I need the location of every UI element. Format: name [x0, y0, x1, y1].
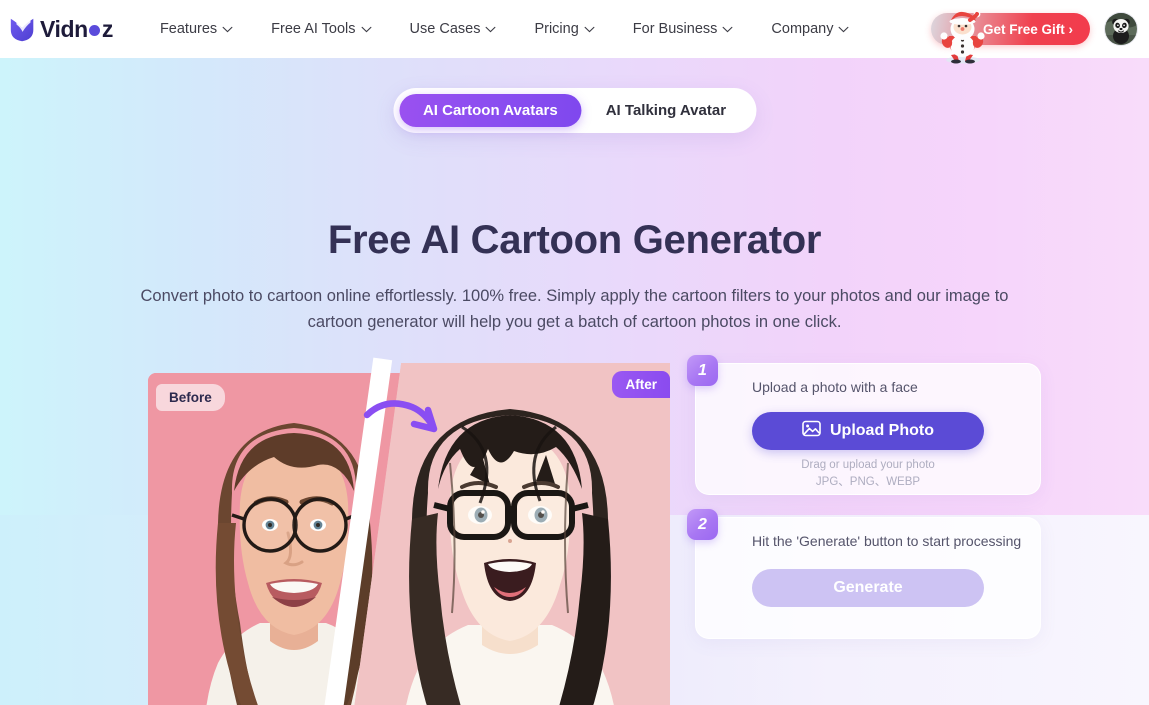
chevron-down-icon [722, 26, 733, 33]
upload-photo-button[interactable]: Upload Photo [752, 412, 984, 451]
generate-button[interactable]: Generate [752, 569, 984, 608]
upload-hint: Drag or upload your photo JPG、PNG、WEBP [696, 457, 1040, 490]
step-1-card: 1 Upload a photo with a face Upload Phot… [687, 355, 1041, 495]
image-upload-icon [802, 420, 821, 442]
logo-text-part2: z [101, 15, 114, 42]
page-subtitle: Convert photo to cartoon online effortle… [140, 287, 1009, 331]
tab-ai-cartoon-avatars[interactable]: AI Cartoon Avatars [398, 94, 582, 127]
tab-ai-talking-avatar[interactable]: AI Talking Avatar [582, 94, 750, 127]
step-2-card: 2 Hit the 'Generate' button to start pro… [687, 509, 1041, 639]
nav-label: Company [771, 21, 834, 37]
header-actions: Get Free Gift › [930, 10, 1149, 64]
nav-label: Free AI Tools [271, 21, 356, 37]
nav-item-features[interactable]: Features [141, 0, 252, 58]
chevron-down-icon [485, 26, 496, 33]
nav-item-free-ai-tools[interactable]: Free AI Tools [252, 0, 390, 58]
chevron-down-icon [838, 26, 849, 33]
site-header: Vidn z Features Free AI Tools Use Cases P… [0, 0, 1149, 64]
user-avatar[interactable] [1104, 12, 1138, 46]
nav-label: For Business [632, 21, 718, 37]
before-after-comparison: Before After [148, 357, 670, 705]
step-2-text: Hit the 'Generate' button to start proce… [752, 533, 1022, 549]
vidnoz-logo[interactable]: Vidn z [8, 14, 113, 44]
nav-label: Pricing [534, 21, 579, 37]
panda-avatar-icon [1105, 13, 1137, 45]
logo-text-part1: Vidn [40, 15, 88, 42]
hero-section: AI Cartoon Avatars AI Talking Avatar Fre… [0, 58, 1149, 705]
logo-wordmark: Vidn z [40, 16, 113, 43]
logo-dot-o-icon [89, 24, 101, 36]
get-free-gift-button[interactable]: Get Free Gift › [930, 13, 1090, 45]
after-label: After [612, 371, 670, 398]
curved-arrow-right-icon [362, 391, 448, 448]
logo-mark-icon [8, 14, 38, 44]
step-1-text: Upload a photo with a face [752, 379, 918, 395]
chevron-down-icon [361, 26, 372, 33]
nav-label: Features [159, 21, 218, 37]
upload-hint-line1: Drag or upload your photo [801, 459, 935, 472]
upload-hint-formats: JPG、PNG、WEBP [815, 475, 921, 488]
upload-steps-panel: 1 Upload a photo with a face Upload Phot… [687, 355, 1041, 639]
main-navigation: Features Free AI Tools Use Cases Pricing… [141, 0, 869, 58]
nav-label: Use Cases [409, 21, 481, 37]
nav-item-pricing[interactable]: Pricing [515, 0, 613, 58]
nav-item-company[interactable]: Company [752, 0, 868, 58]
nav-item-use-cases[interactable]: Use Cases [391, 0, 516, 58]
step-2-badge: 2 [687, 509, 718, 540]
mode-tab-switcher: AI Cartoon Avatars AI Talking Avatar [392, 88, 757, 133]
upload-photo-label: Upload Photo [830, 422, 934, 440]
before-label: Before [156, 384, 225, 411]
page-title: Free AI Cartoon Generator [327, 218, 822, 262]
step-1-badge: 1 [687, 355, 718, 386]
gift-promo: Get Free Gift › [930, 10, 1090, 64]
chevron-down-icon [584, 26, 595, 33]
nav-item-for-business[interactable]: For Business [614, 0, 753, 58]
chevron-down-icon [222, 26, 233, 33]
